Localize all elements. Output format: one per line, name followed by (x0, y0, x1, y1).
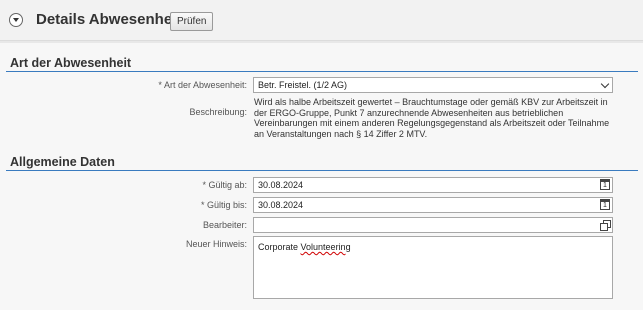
page-title: Details Abwesenheit (36, 11, 182, 28)
note-text-misspelled-word: Volunteering (300, 242, 351, 252)
absence-type-select[interactable]: Betr. Freistel. (1/2 AG) (253, 77, 613, 93)
description-label: Beschreibung: (189, 107, 247, 117)
details-header: Details Abwesenheit Prüfen (0, 0, 643, 41)
calendar-icon[interactable]: 1 (600, 179, 610, 190)
valid-to-input[interactable]: 30.08.2024 1 (253, 197, 613, 213)
check-button[interactable]: Prüfen (170, 12, 214, 31)
required-marker: * (158, 80, 162, 90)
absence-type-label-text: Art der Abwesenheit: (163, 80, 247, 90)
note-text: Corporate (258, 242, 301, 252)
panel-divider (0, 41, 643, 43)
chevron-down-icon[interactable] (600, 79, 610, 89)
valid-to-label-text: Gültig bis: (206, 200, 247, 210)
calendar-icon[interactable]: 1 (600, 199, 610, 210)
absence-type-label: * Art der Abwesenheit: (158, 80, 247, 90)
details-panel: Art der Abwesenheit * Art der Abwesenhei… (0, 41, 643, 310)
processor-label: Bearbeiter: (202, 220, 247, 230)
new-note-textarea[interactable]: Corporate Volunteering (253, 236, 613, 299)
new-note-label: Neuer Hinweis: (185, 239, 247, 249)
valid-from-value: 30.08.2024 (258, 180, 304, 190)
section-title-general-data: Allgemeine Daten (10, 155, 115, 169)
valid-from-label-text: Gültig ab: (208, 180, 247, 190)
description-text: Wird als halbe Arbeitszeit gewertet – Br… (254, 97, 610, 139)
section-underline (6, 170, 638, 171)
valid-to-label: * Gültig bis: (201, 200, 247, 210)
processor-input[interactable] (253, 217, 613, 233)
valid-from-label: * Gültig ab: (202, 180, 247, 190)
section-title-absence-type: Art der Abwesenheit (10, 56, 132, 70)
value-help-icon[interactable] (600, 220, 611, 231)
required-marker: * (202, 180, 206, 190)
section-underline (6, 71, 638, 72)
collapse-toggle-icon[interactable] (9, 13, 23, 27)
absence-type-value: Betr. Freistel. (1/2 AG) (258, 80, 348, 90)
valid-to-value: 30.08.2024 (258, 200, 304, 210)
required-marker: * (200, 200, 205, 210)
valid-from-input[interactable]: 30.08.2024 1 (253, 177, 613, 193)
